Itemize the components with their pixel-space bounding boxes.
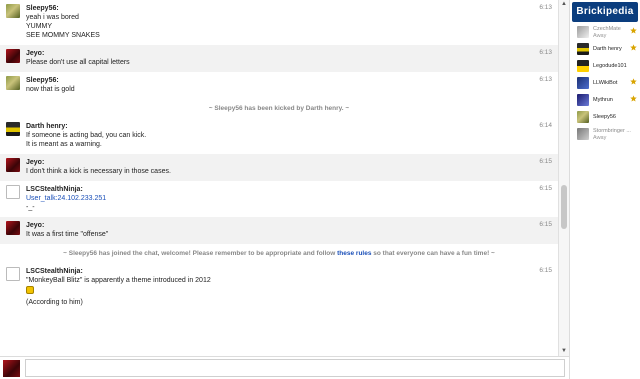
message-line: yeah i was bored: [26, 14, 79, 21]
user-avatar: [577, 43, 589, 55]
user-avatar[interactable]: [6, 267, 20, 281]
sidebar-user-item[interactable]: Sleepy56: [570, 109, 640, 126]
message-timestamp: 6:13: [539, 76, 552, 83]
user-avatar: [577, 94, 589, 106]
message-timestamp: 6:13: [539, 49, 552, 56]
user-avatar: [577, 26, 589, 38]
sidebar-user-name: Sleepy56: [593, 114, 616, 120]
sidebar-user-status: Away: [593, 135, 607, 141]
message-line: now that is gold: [26, 86, 75, 93]
message-line: It was a first time "offense": [26, 231, 109, 238]
scroll-down-arrow-icon[interactable]: ▼: [559, 347, 569, 356]
user-avatar: [577, 77, 589, 89]
user-avatar[interactable]: [6, 76, 20, 90]
user-avatar[interactable]: [6, 185, 20, 199]
scroll-thumb[interactable]: [561, 185, 567, 229]
message-timestamp: 6:15: [539, 158, 552, 165]
message-link[interactable]: User_talk:24.102.233.251: [26, 194, 534, 203]
sidebar-user-status: Away: [593, 33, 607, 39]
chat-message: Jeyo: 6:15 It was a first time "offense": [0, 217, 558, 244]
user-avatar[interactable]: [6, 49, 20, 63]
wiki-logo[interactable]: Brickipedia: [572, 2, 638, 22]
moderator-star-icon: [630, 78, 637, 85]
user-avatar[interactable]: [6, 4, 20, 18]
sidebar-user-item[interactable]: Darth henry: [570, 41, 640, 58]
user-sidebar: Brickipedia CzechMate Away Darth henry Lego…: [569, 0, 640, 379]
sidebar-user-item[interactable]: CzechMate Away: [570, 24, 640, 41]
user-avatar[interactable]: [6, 122, 20, 136]
message-line: [26, 285, 534, 298]
emoticon-icon: [26, 286, 34, 294]
chat-message: LSCStealthNinja: 6:15 "MonkeyBall Blitz" i…: [0, 263, 558, 312]
message-timestamp: 6:15: [539, 221, 552, 228]
message-username[interactable]: Jeyo:: [26, 158, 534, 167]
moderator-star-icon: [630, 44, 637, 51]
message-line: If someone is acting bad, you can kick.: [26, 132, 147, 139]
user-avatar: [577, 60, 589, 72]
message-line: It is meant as a warning.: [26, 141, 102, 148]
chat-message: Darth henry: 6:14 If someone is acting bad…: [0, 118, 558, 154]
alert-text: so that everyone can have a fun time! ~: [371, 250, 495, 257]
inline-alert: ~ Sleepy56 has been kicked by Darth henr…: [208, 105, 350, 112]
message-line: I don't think a kick is necessary in tho…: [26, 168, 171, 175]
message-line: Please don't use all capital letters: [26, 59, 130, 66]
message-username[interactable]: Jeyo:: [26, 49, 534, 58]
moderator-star-icon: [630, 27, 637, 34]
sidebar-user-item[interactable]: Stormbringer ... Away: [570, 126, 640, 143]
rules-link[interactable]: these rules: [337, 250, 371, 257]
chat-scrollbar[interactable]: ▲ ▼: [558, 0, 569, 356]
inline-alert-joined: ~ Sleepy56 has joined the chat, welcome!…: [0, 244, 558, 263]
message-timestamp: 6:13: [539, 4, 552, 11]
user-avatar[interactable]: [6, 221, 20, 235]
message-line: -_-: [26, 204, 35, 211]
message-timestamp: 6:15: [539, 267, 552, 274]
chat-log: Sleepy56: 6:13 yeah i was bored YUMMY SEE MO…: [0, 0, 558, 356]
user-avatar[interactable]: [6, 158, 20, 172]
message-line: SEE MOMMY SNAKES: [26, 32, 100, 39]
chat-message: LSCStealthNinja: 6:15 User_talk:24.102.233…: [0, 181, 558, 217]
message-timestamp: 6:14: [539, 122, 552, 129]
message-username[interactable]: Darth henry:: [26, 122, 534, 131]
sidebar-user-item[interactable]: Mythrun: [570, 92, 640, 109]
self-avatar[interactable]: [3, 360, 20, 377]
user-avatar: [577, 128, 589, 140]
sidebar-user-name: Stormbringer ...: [593, 128, 631, 134]
user-avatar: [577, 111, 589, 123]
message-timestamp: 6:15: [539, 185, 552, 192]
chat-message: Jeyo: 6:13 Please don't use all capital le…: [0, 45, 558, 72]
message-username[interactable]: Sleepy56:: [26, 76, 534, 85]
scroll-up-arrow-icon[interactable]: ▲: [559, 0, 569, 9]
chat-message: Sleepy56: 6:13 now that is gold: [0, 72, 558, 99]
sidebar-user-name: Legodude101: [593, 63, 627, 69]
moderator-star-icon: [630, 95, 637, 102]
alert-text: ~ Sleepy56 has joined the chat, welcome!…: [63, 250, 338, 257]
message-input-bar: [0, 356, 569, 379]
user-list: CzechMate Away Darth henry Legodude101 LLWik…: [570, 22, 640, 143]
message-username[interactable]: LSCStealthNinja:: [26, 267, 534, 276]
sidebar-user-item[interactable]: LLWikiBot: [570, 75, 640, 92]
message-username[interactable]: Sleepy56:: [26, 4, 534, 13]
message-line: "MonkeyBall Blitz" is apparently a theme…: [26, 277, 211, 284]
message-line: YUMMY: [26, 23, 53, 30]
message-username[interactable]: LSCStealthNinja:: [26, 185, 534, 194]
message-line: (According to him): [26, 299, 83, 306]
chat-message: Sleepy56: 6:13 yeah i was bored YUMMY SEE MO…: [0, 0, 558, 45]
chat-message: Jeyo: 6:15 I don't think a kick is necessa…: [0, 154, 558, 181]
message-input[interactable]: [25, 359, 565, 377]
sidebar-user-item[interactable]: Legodude101: [570, 58, 640, 75]
message-username[interactable]: Jeyo:: [26, 221, 534, 230]
